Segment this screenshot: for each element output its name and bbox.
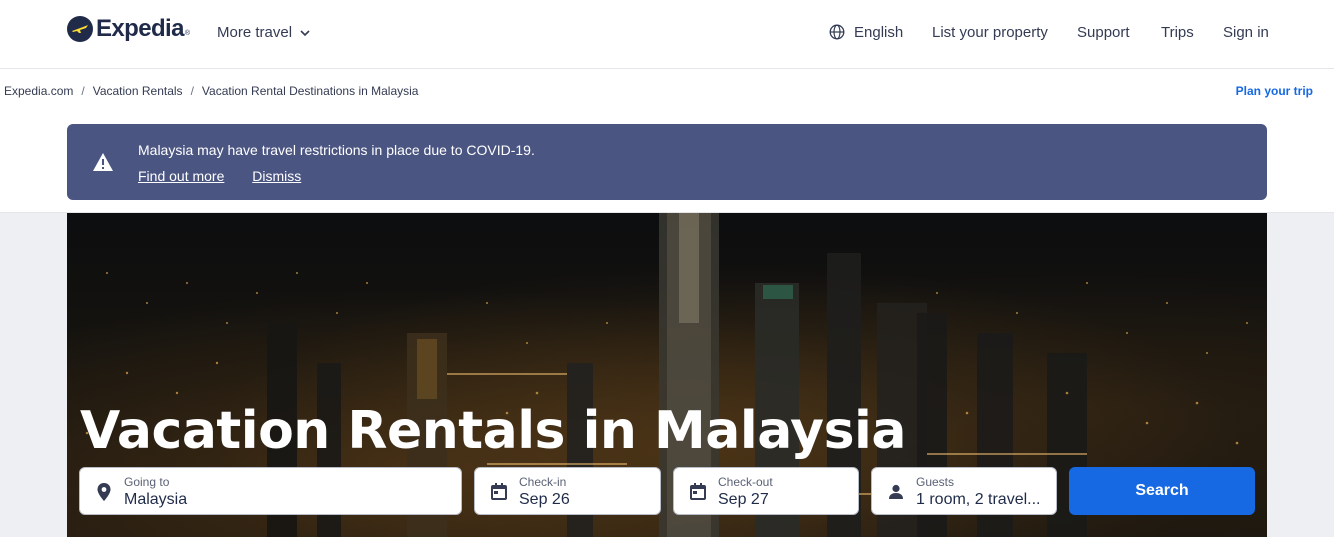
chevron-down-icon (300, 29, 310, 36)
going-to-label: Going to (124, 475, 170, 489)
site-header: Expedia ® More travel English List your … (0, 0, 1334, 69)
expedia-logo[interactable]: Expedia ® (67, 15, 190, 43)
hero-title: Vacation Rentals in Malaysia (80, 401, 906, 461)
trips-link[interactable]: Trips (1161, 24, 1194, 41)
more-travel-label: More travel (217, 24, 293, 41)
check-in-value: Sep 26 (519, 491, 570, 508)
guests-label: Guests (916, 475, 955, 489)
breadcrumb-separator: / (190, 84, 194, 98)
more-travel-menu[interactable]: More travel (217, 24, 310, 41)
logo-text: Expedia (96, 15, 184, 42)
check-in-field[interactable]: Check-in Sep 26 (474, 467, 661, 515)
search-button[interactable]: Search (1069, 467, 1255, 515)
check-out-label: Check-out (718, 475, 773, 489)
going-to-field[interactable]: Going to Malaysia (79, 467, 462, 515)
going-to-value: Malaysia (124, 491, 188, 508)
expedia-logo-icon (67, 16, 93, 42)
logo-trademark: ® (184, 30, 191, 37)
breadcrumb-expedia[interactable]: Expedia.com (4, 84, 73, 98)
alert-message: Malaysia may have travel restrictions in… (138, 142, 535, 158)
language-selector[interactable]: English (854, 24, 903, 41)
list-property-link[interactable]: List your property (932, 24, 1048, 41)
calendar-icon (491, 483, 507, 500)
guests-field[interactable]: Guests 1 room, 2 travel... (871, 467, 1057, 515)
dismiss-link[interactable]: Dismiss (252, 168, 301, 184)
breadcrumb-current: Vacation Rental Destinations in Malaysia (201, 84, 419, 98)
location-pin-icon (97, 483, 111, 501)
plan-your-trip-link[interactable]: Plan your trip (1236, 84, 1313, 98)
breadcrumb: Expedia.com / Vacation Rentals / Vacatio… (4, 84, 418, 98)
calendar-icon (690, 483, 706, 500)
check-in-label: Check-in (519, 475, 567, 489)
breadcrumb-separator: / (81, 84, 85, 98)
person-icon (889, 484, 903, 499)
find-out-more-link[interactable]: Find out more (138, 168, 224, 184)
check-out-field[interactable]: Check-out Sep 27 (673, 467, 859, 515)
guests-value: 1 room, 2 travel... (916, 491, 1041, 508)
covid-alert-banner: Malaysia may have travel restrictions in… (67, 124, 1267, 200)
globe-icon (829, 24, 845, 40)
support-link[interactable]: Support (1077, 24, 1130, 41)
warning-icon (93, 153, 113, 171)
sign-in-link[interactable]: Sign in (1223, 24, 1269, 41)
check-out-value: Sep 27 (718, 491, 769, 508)
breadcrumb-vacation-rentals[interactable]: Vacation Rentals (93, 84, 183, 98)
